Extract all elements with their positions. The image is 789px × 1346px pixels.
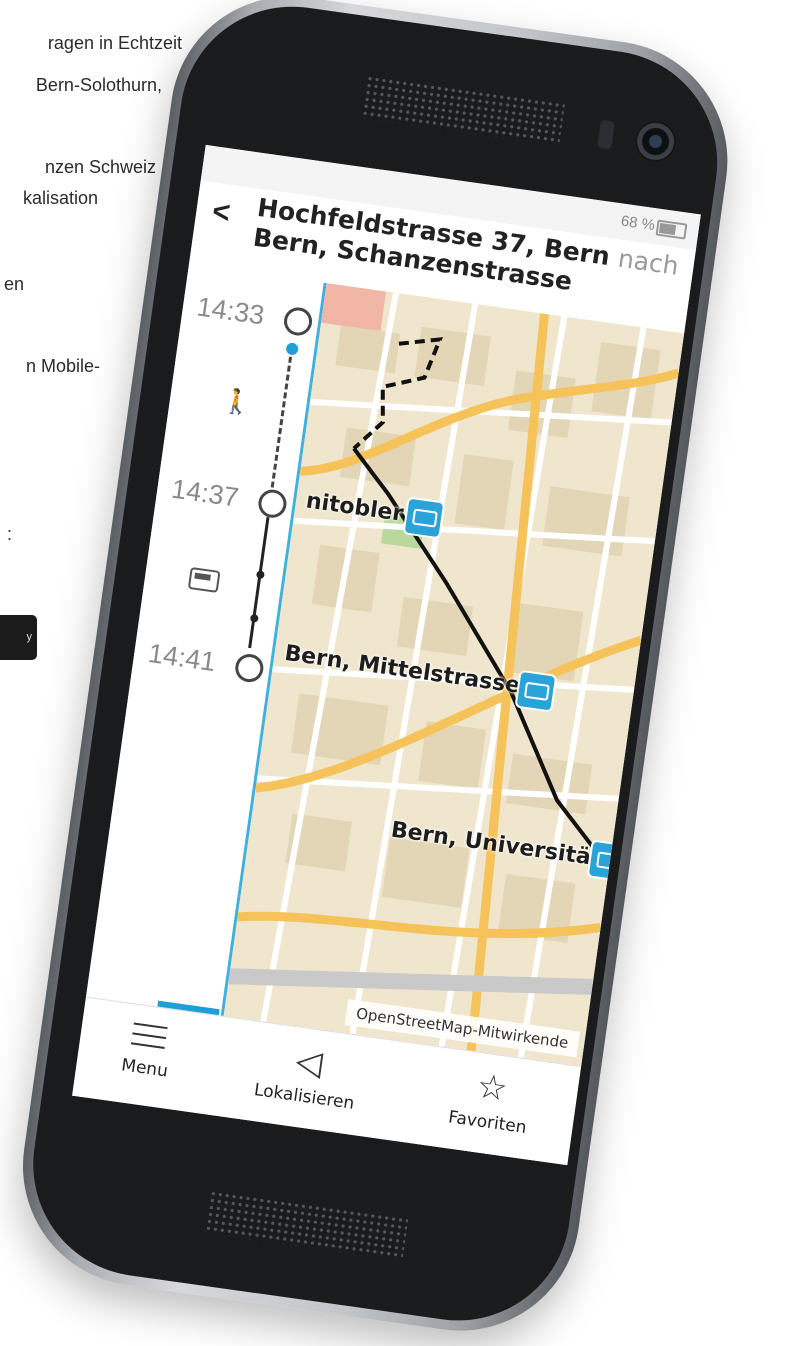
favorites-label: Favoriten bbox=[447, 1107, 528, 1139]
bg-line: en bbox=[3, 274, 24, 294]
tram-stop-icon[interactable] bbox=[514, 669, 558, 713]
bg-line: ragen in Echtzeit bbox=[47, 33, 182, 53]
person-walking-icon: 🚶 bbox=[220, 386, 254, 418]
back-button[interactable]: < bbox=[210, 195, 232, 231]
timeline-node bbox=[233, 652, 266, 684]
menu-label: Menu bbox=[120, 1055, 170, 1082]
speaker-grille-bottom bbox=[204, 1189, 409, 1262]
tram-stop-icon[interactable] bbox=[402, 496, 446, 540]
walk-segment-line bbox=[270, 356, 293, 488]
departure-time: 14:33 bbox=[195, 291, 267, 331]
transfer-time: 14:37 bbox=[169, 473, 241, 513]
favorites-button[interactable]: ☆ Favoriten bbox=[399, 1043, 581, 1165]
battery-icon bbox=[655, 219, 688, 240]
tram-segment-line bbox=[248, 517, 270, 649]
intermediate-stop-dot bbox=[255, 570, 265, 580]
menu-button[interactable]: Menu bbox=[72, 998, 220, 1116]
navigation-arrow-icon: ◁ bbox=[293, 1040, 325, 1084]
proximity-sensor bbox=[597, 119, 615, 150]
title-connector: nach bbox=[616, 243, 681, 281]
front-camera bbox=[632, 118, 679, 165]
hamburger-icon bbox=[130, 1022, 168, 1049]
timeline-node bbox=[282, 305, 314, 338]
arrival-time: 14:41 bbox=[146, 638, 218, 678]
tram-icon bbox=[187, 566, 221, 593]
bg-line: kalisation bbox=[22, 188, 98, 208]
current-position-dot bbox=[285, 342, 299, 356]
bg-line: : bbox=[6, 524, 12, 544]
speaker-grille-top bbox=[360, 74, 566, 147]
timeline-node bbox=[256, 487, 289, 520]
star-icon: ☆ bbox=[474, 1066, 511, 1110]
bg-line: Bern-Solothurn, bbox=[35, 75, 162, 95]
chevron-left-icon: < bbox=[210, 194, 233, 230]
bg-line: n Mobile- bbox=[25, 356, 100, 376]
bg-line: nzen Schweiz bbox=[44, 157, 156, 177]
intermediate-stop-dot bbox=[249, 613, 259, 623]
app-store-badge[interactable]: y bbox=[0, 615, 37, 660]
battery-percent: 68 % bbox=[619, 212, 657, 235]
